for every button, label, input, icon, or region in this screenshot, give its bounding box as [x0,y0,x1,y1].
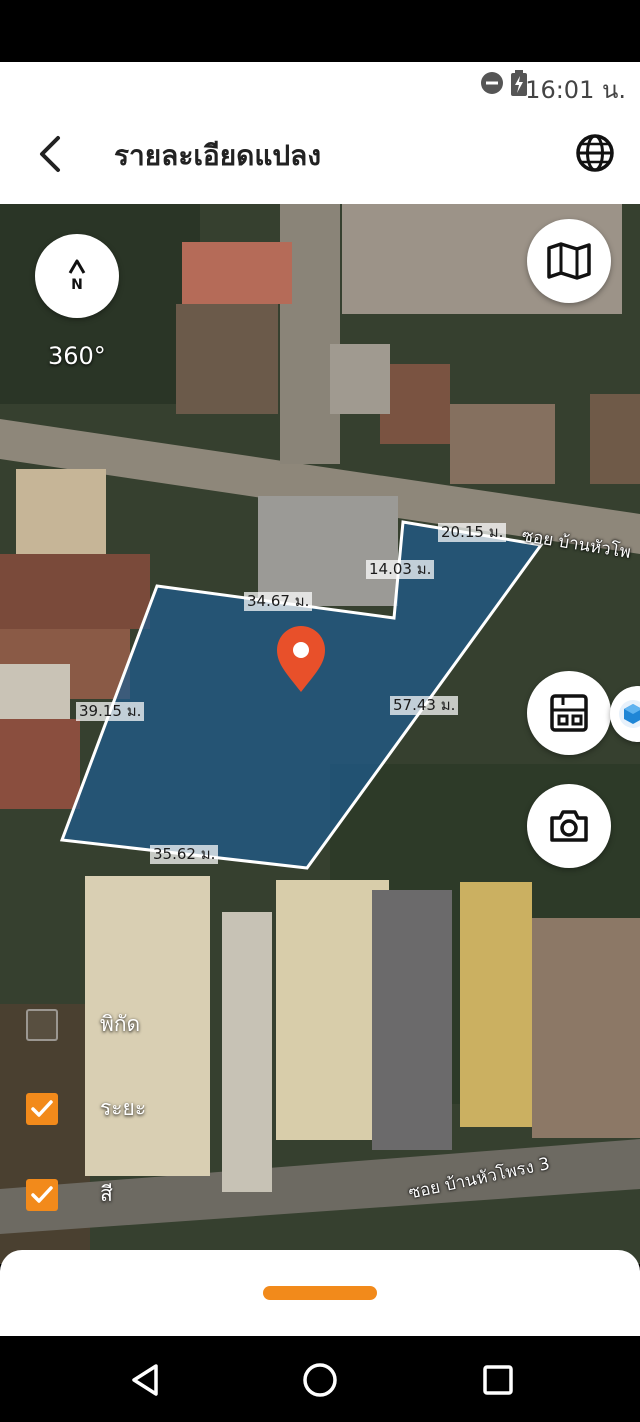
coordinates-label: พิกัด [100,1012,141,1036]
camera-button[interactable] [527,784,611,868]
checkmark-icon [31,1099,53,1117]
checkmark-icon [31,1185,53,1203]
nav-recents-button[interactable] [476,1358,520,1402]
camera-icon [550,810,588,842]
globe-icon [576,134,614,172]
recents-square-icon [483,1365,513,1395]
back-triangle-icon [132,1364,158,1396]
status-time: 16:01 น. [525,76,626,104]
system-nav-bar [0,1336,640,1422]
map-layers-icon [547,242,591,280]
map-layers-button[interactable] [527,219,611,303]
bottom-sheet[interactable] [0,1250,640,1336]
compass-arrow-icon [68,259,86,274]
top-black-bar [0,0,640,62]
color-label: สี [100,1182,113,1206]
coordinates-checkbox[interactable] [26,1008,58,1041]
sheet-drag-handle[interactable] [263,1286,377,1300]
option-color[interactable]: สี [26,1178,113,1211]
satellite-map[interactable]: N 360° 20.15 ม. 14.03 ม. 34.67 ม. 39.15 … [0,204,640,1264]
app-header: รายละเอียดแปลง [0,106,640,204]
dimension-label-top-right: 20.15 ม. [438,523,507,542]
distance-label: ระยะ [100,1096,147,1120]
floorplan-button[interactable] [527,671,611,755]
dimension-label-notch-vertical: 14.03 ม. [366,560,435,579]
dimension-label-notch-horizontal: 34.67 ม. [244,592,313,611]
dimension-label-right-side: 57.43 ม. [390,696,459,715]
cube-3d-icon [619,700,640,728]
back-button[interactable] [30,132,70,176]
nav-back-button[interactable] [124,1358,168,1402]
option-coordinates[interactable]: พิกัด [26,1008,140,1041]
dimension-label-left-side: 39.15 ม. [76,702,145,721]
color-checkbox[interactable] [26,1178,58,1211]
compass-north-label: N [71,277,83,293]
nav-home-button[interactable] [298,1358,342,1402]
dimension-label-bottom-side: 35.62 ม. [150,845,219,864]
home-circle-icon [303,1363,337,1397]
status-bar: 16:01 น. [0,62,640,106]
floorplan-icon [550,694,588,732]
option-distance[interactable]: ระยะ [26,1092,146,1125]
page-title: รายละเอียดแปลง [114,139,321,172]
do-not-disturb-icon [481,72,503,94]
rotation-readout: 360° [48,342,106,370]
back-arrow-icon [40,136,60,172]
distance-checkbox[interactable] [26,1092,58,1125]
language-button[interactable] [574,132,616,174]
compass-button[interactable]: N [35,234,119,318]
